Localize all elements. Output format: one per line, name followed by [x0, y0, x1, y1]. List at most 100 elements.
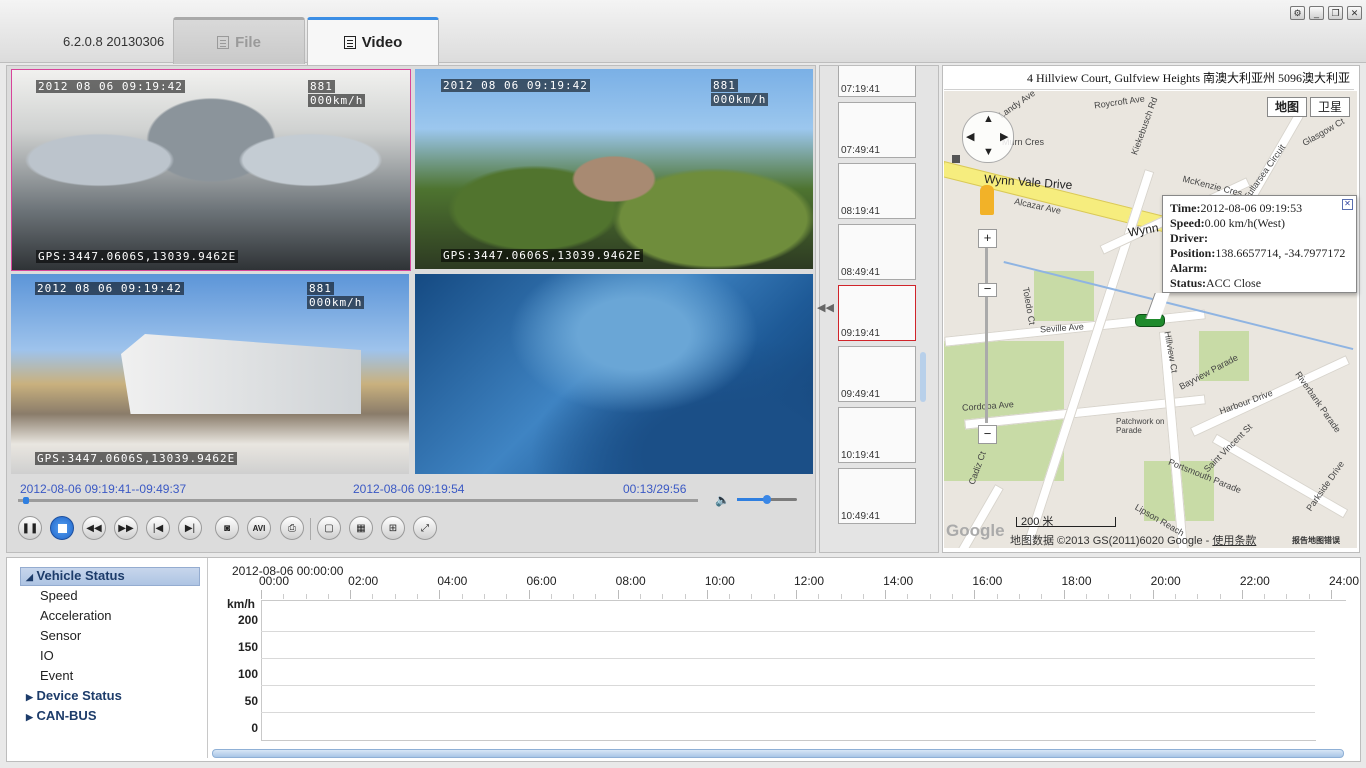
pan-control[interactable]: ▲ ▼ ◀ ▶ — [962, 111, 1014, 163]
popup-close-icon[interactable]: ✕ — [1342, 199, 1353, 210]
collapse-arrow-icon[interactable]: ◀◀ — [817, 301, 834, 314]
popup-status-row: Status:ACC Close — [1170, 276, 1349, 291]
tab-file[interactable]: File — [173, 17, 305, 64]
y-tick-label: 100 — [237, 667, 258, 681]
volume-thumb[interactable] — [763, 495, 771, 504]
hour-tick-label: 18:00 — [1061, 574, 1092, 588]
volume-icon[interactable]: 🔈 — [715, 493, 730, 507]
skip-end-icon: ▶| — [184, 522, 196, 534]
tab-video-label: Video — [361, 34, 403, 51]
zoom-in-button[interactable]: + — [978, 229, 997, 248]
stop-button[interactable] — [50, 516, 74, 540]
thumbnail-item[interactable]: 07:49:41 — [838, 102, 916, 158]
tree-canbus[interactable]: ▶ CAN-BUS — [26, 708, 97, 723]
layout-9-button[interactable]: ⊞ — [381, 516, 405, 540]
tree-item-io[interactable]: IO — [40, 648, 54, 663]
hour-tick-label: 16:00 — [972, 574, 1003, 588]
minor-tick-mark — [751, 594, 753, 599]
hour-tick-label: 24:00 — [1329, 574, 1360, 588]
minor-tick-mark — [907, 594, 909, 599]
pan-left-icon[interactable]: ◀ — [966, 130, 974, 143]
street-view-pegman-icon[interactable] — [980, 185, 994, 215]
snapshot-button[interactable]: ◙ — [215, 516, 239, 540]
pause-button[interactable]: ❚❚ — [18, 516, 42, 540]
rewind-button[interactable]: ◀◀ — [82, 516, 106, 540]
camera-2-view[interactable]: 2012 08 06 09:19:42 881 000km/h GPS:3447… — [415, 69, 813, 269]
skip-end-button[interactable]: ▶| — [178, 516, 202, 540]
map-type-map-button[interactable]: 地图 — [1267, 97, 1308, 117]
camera-1-view[interactable]: 2012 08 06 09:19:42 881 000km/h GPS:3447… — [11, 69, 411, 271]
thumbnail-item[interactable]: 10:49:41 — [838, 468, 916, 524]
fullscreen-button[interactable]: ⤢ — [413, 516, 437, 540]
version-label: 6.2.0.8 20130306 — [63, 34, 165, 49]
thumbnail-item[interactable]: 10:19:41 — [838, 407, 916, 463]
skip-start-button[interactable]: |◀ — [146, 516, 170, 540]
road-label: Glasgow Ct — [1300, 116, 1346, 148]
tree-item-acceleration[interactable]: Acceleration — [40, 608, 112, 623]
progress-thumb[interactable] — [23, 497, 30, 504]
popup-driver-row: Driver: — [1170, 231, 1349, 246]
hour-tick-mark — [350, 590, 352, 599]
playback-range: 2012-08-06 09:19:41--09:49:37 — [20, 482, 187, 496]
map-type-satellite-button[interactable]: 卫星 — [1310, 97, 1351, 117]
restore-icon[interactable]: ❐ — [1328, 6, 1343, 20]
tree-item-event[interactable]: Event — [40, 668, 73, 683]
thumbnail-item[interactable]: 08:49:41 — [838, 224, 916, 280]
layout-4-button[interactable]: ▦ — [349, 516, 373, 540]
minor-tick-mark — [639, 594, 641, 599]
thumbnail-item[interactable]: 09:49:41 — [838, 346, 916, 402]
thumbnail-item-selected[interactable]: 09:19:41 — [838, 285, 916, 341]
layout-1-button[interactable]: ▢ — [317, 516, 341, 540]
fast-forward-button[interactable]: ▶▶ — [114, 516, 138, 540]
tree-item-sensor[interactable]: Sensor — [40, 628, 81, 643]
hour-tick-mark — [617, 590, 619, 599]
cam1-speed: 000km/h — [308, 94, 366, 107]
map-attribution: 地图数据 ©2013 GS(2011)6020 Google - 使用条款 — [1010, 532, 1256, 548]
hour-tick-mark — [1152, 590, 1154, 599]
thumbnail-scrollbar[interactable] — [920, 352, 926, 402]
minor-tick-mark — [929, 594, 931, 599]
popup-time-value: 2012-08-06 09:19:53 — [1200, 201, 1303, 215]
cam2-id: 881 — [711, 79, 738, 92]
thumbnail-item[interactable]: 08:19:41 — [838, 163, 916, 219]
progress-bar[interactable] — [18, 499, 698, 502]
tree-device-status[interactable]: ▶ Device Status — [26, 688, 122, 703]
settings-icon[interactable]: ⚙ — [1290, 6, 1305, 20]
hour-tick-label: 14:00 — [883, 574, 914, 588]
tab-video[interactable]: Video — [307, 17, 439, 65]
tree-vehicle-status[interactable]: ◢ Vehicle Status — [26, 568, 125, 583]
zoom-out-button[interactable]: − — [978, 425, 997, 444]
close-icon[interactable]: ✕ — [1347, 6, 1362, 20]
minor-tick-mark — [1286, 594, 1288, 599]
address-bar: 4 Hillview Court, Gulfview Heights 南澳大利亚… — [944, 66, 1354, 90]
zoom-thumb[interactable]: − — [978, 282, 997, 297]
minimize-icon[interactable]: _ — [1309, 6, 1324, 20]
print-button[interactable]: ⎙ — [280, 516, 304, 540]
camera-3-view[interactable]: 2012 08 06 09:19:42 881 000km/h GPS:3447… — [11, 274, 409, 474]
pan-right-icon[interactable]: ▶ — [1000, 130, 1008, 143]
zoom-slider[interactable] — [985, 248, 988, 423]
pan-down-icon[interactable]: ▼ — [983, 146, 994, 158]
tree-item-speed[interactable]: Speed — [40, 588, 78, 603]
thumbnail-time: 07:19:41 — [841, 84, 880, 95]
map-canvas[interactable]: Wynn Vale Drive Wynn Alcazar Ave Seville… — [944, 91, 1357, 548]
thumbnail-item[interactable]: 07:19:41 — [838, 66, 916, 97]
minor-tick-mark — [996, 594, 998, 599]
minor-tick-mark — [729, 594, 731, 599]
hour-tick-mark — [796, 590, 797, 599]
speed-chart-area[interactable] — [261, 600, 1316, 741]
report-error-link[interactable]: 报告地图错误 — [1292, 535, 1340, 546]
minor-tick-mark — [952, 594, 954, 599]
hour-tick-mark — [1063, 590, 1065, 599]
timeline-scrollbar[interactable] — [212, 749, 1344, 758]
minor-tick-mark — [1041, 594, 1043, 599]
pan-up-icon[interactable]: ▲ — [983, 113, 994, 125]
tree-device-status-label: Device Status — [36, 688, 122, 703]
avi-button[interactable]: AVI — [247, 516, 271, 540]
terms-link[interactable]: 使用条款 — [1212, 535, 1256, 547]
hour-tick-mark — [439, 590, 441, 599]
camera-4-view[interactable] — [415, 274, 813, 474]
minor-tick-mark — [1308, 594, 1310, 599]
minor-tick-mark — [662, 594, 664, 599]
quad-view-icon: ▦ — [356, 522, 366, 534]
